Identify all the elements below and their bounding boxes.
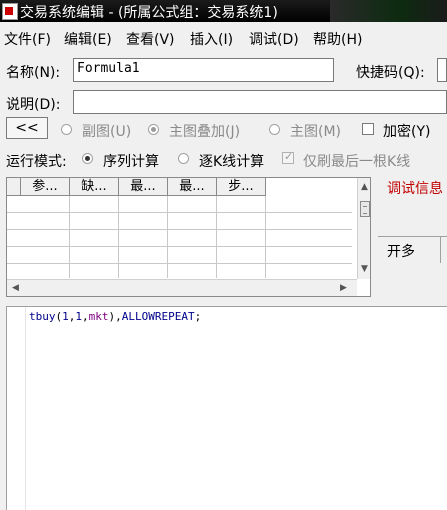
debug-panel: 开多 [378, 236, 447, 295]
sequential-radio[interactable] [82, 153, 93, 164]
table-vertical-scrollbar[interactable]: ▲ ▼ [357, 178, 370, 279]
per-bar-label: 逐K线计算 [199, 154, 265, 170]
table-row[interactable] [7, 213, 352, 230]
col-header-param[interactable]: 参... [21, 178, 70, 196]
name-field[interactable]: Formula1 [73, 58, 334, 82]
run-mode-label: 运行模式: [6, 154, 67, 170]
encrypt-checkbox[interactable] [362, 123, 374, 135]
title-bar: 交易系统编辑 - (所属公式组：交易系统1) [0, 0, 447, 22]
sub-chart-radio[interactable] [61, 124, 72, 135]
code-token: 1 [75, 310, 82, 323]
last-bar-checkbox[interactable]: ✓ [282, 150, 294, 164]
background-strip [330, 0, 447, 22]
debug-cell-text: 开多 [387, 244, 415, 260]
code-token: , [82, 310, 89, 323]
code-line[interactable]: tbuy(1,1,mkt),ALLOWREPEAT; [29, 310, 201, 323]
menu-edit[interactable]: 编辑(E) [64, 29, 112, 49]
debug-info-label: 调试信息 [387, 181, 443, 197]
code-token: 1 [62, 310, 69, 323]
menu-file[interactable]: 文件(F) [4, 29, 51, 49]
description-label: 说明(D): [6, 97, 61, 113]
scroll-left-icon[interactable]: ◀ [12, 283, 19, 293]
table-horizontal-scrollbar[interactable]: ◀ ▶ [7, 279, 357, 296]
table-corner [7, 178, 21, 196]
menu-help[interactable]: 帮助(H) [313, 29, 362, 49]
menu-debug[interactable]: 调试(D) [249, 29, 299, 49]
name-label: 名称(N): [6, 65, 61, 81]
collapse-button[interactable]: << [6, 117, 48, 139]
debug-cell: 开多 [378, 237, 441, 263]
main-chart-radio[interactable] [269, 124, 280, 135]
col-header-min[interactable]: 最... [119, 178, 168, 196]
editor-gutter [7, 307, 26, 510]
code-token: mkt [88, 310, 109, 323]
sub-chart-label: 副图(U) [82, 124, 132, 140]
table-row[interactable] [7, 196, 352, 213]
app-icon [2, 3, 18, 20]
shortcut-label: 快捷码(Q): [356, 65, 425, 81]
code-token: ; [194, 310, 202, 323]
menu-view[interactable]: 查看(V) [126, 29, 175, 49]
scroll-thumb[interactable] [360, 201, 370, 217]
encrypt-label: 加密(Y) [383, 124, 431, 140]
code-token: tbuy [29, 310, 56, 323]
window-title: 交易系统编辑 - (所属公式组：交易系统1) [20, 5, 278, 21]
main-chart-label: 主图(M) [290, 124, 342, 140]
code-editor[interactable]: tbuy(1,1,mkt),ALLOWREPEAT; [6, 306, 447, 510]
per-bar-radio[interactable] [178, 153, 189, 164]
scroll-up-icon[interactable]: ▲ [361, 182, 368, 192]
sequential-label: 序列计算 [103, 154, 159, 170]
description-field[interactable] [73, 90, 447, 114]
scroll-right-icon[interactable]: ▶ [340, 283, 347, 293]
col-header-step[interactable]: 步... [217, 178, 266, 196]
code-token: ALLOWREPEAT [121, 310, 195, 323]
table-row[interactable] [7, 247, 352, 264]
col-header-default[interactable]: 缺... [70, 178, 119, 196]
menu-bar: 文件(F) 编辑(E) 查看(V) 插入(I) 调试(D) 帮助(H) [0, 26, 447, 48]
last-bar-label: 仅刷最后一根K线 [303, 154, 411, 170]
main-overlay-radio[interactable] [148, 124, 159, 135]
shortcut-field[interactable] [437, 58, 447, 82]
main-overlay-label: 主图叠加(J) [169, 124, 241, 140]
name-value: Formula1 [77, 61, 140, 76]
scroll-down-icon[interactable]: ▼ [361, 264, 368, 274]
parameter-table[interactable]: 参... 缺... 最... 最... 步... ▲ ▼ ◀ ▶ [6, 177, 371, 297]
menu-insert[interactable]: 插入(I) [190, 29, 233, 49]
table-row[interactable] [7, 230, 352, 247]
col-header-max[interactable]: 最... [168, 178, 217, 196]
code-token: ), [108, 310, 122, 323]
